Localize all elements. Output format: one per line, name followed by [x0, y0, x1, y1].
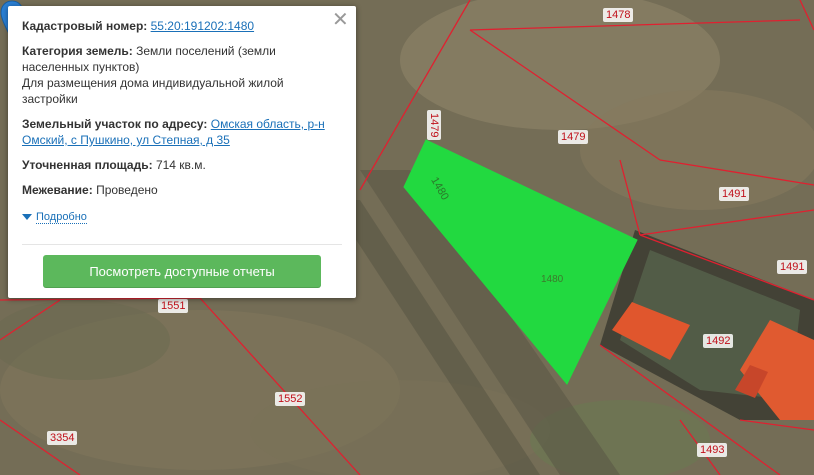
address-row: Земельный участок по адресу: Омская обла… — [22, 116, 342, 148]
parcel-label: 1552 — [275, 392, 306, 406]
details-toggle[interactable]: Подробно — [22, 211, 87, 224]
survey-value: Проведено — [96, 183, 158, 197]
parcel-label: 1479 — [558, 130, 589, 144]
details-toggle-label: Подробно — [36, 211, 87, 224]
parcel-label: 1478 — [603, 8, 634, 22]
parcel-label: 1491 — [719, 187, 750, 201]
close-icon[interactable]: ✕ — [332, 10, 349, 30]
land-category-row: Категория земель: Земли поселений (земли… — [22, 43, 342, 107]
parcel-label: 1493 — [697, 443, 728, 457]
land-use-value: Для размещения дома индивидуальной жилой… — [22, 76, 284, 106]
parcel-label: 1492 — [703, 334, 734, 348]
parcel-label: 1551 — [158, 299, 189, 313]
address-label: Земельный участок по адресу: — [22, 117, 208, 131]
parcel-label: 1480 — [541, 274, 564, 285]
survey-label: Межевание: — [22, 183, 93, 197]
cadastral-number-label: Кадастровый номер: — [22, 19, 148, 33]
parcel-label: 1479 — [427, 110, 441, 141]
expand-triangle-icon — [22, 214, 32, 221]
cadastral-number-row: Кадастровый номер: 55:20:191202:1480 — [22, 18, 342, 34]
area-value: 714 кв.м. — [155, 158, 206, 172]
parcel-label: 3354 — [47, 431, 78, 445]
view-reports-button[interactable]: Посмотреть доступные отчеты — [43, 255, 321, 288]
divider — [22, 244, 342, 245]
parcel-label: 1491 — [777, 260, 808, 274]
cadastral-number-link[interactable]: 55:20:191202:1480 — [151, 19, 254, 33]
area-row: Уточненная площадь: 714 кв.м. — [22, 157, 342, 173]
survey-row: Межевание: Проведено — [22, 182, 342, 198]
land-category-label: Категория земель: — [22, 44, 133, 58]
parcel-info-popup: ✕ Кадастровый номер: 55:20:191202:1480 К… — [8, 6, 356, 298]
area-label: Уточненная площадь: — [22, 158, 153, 172]
